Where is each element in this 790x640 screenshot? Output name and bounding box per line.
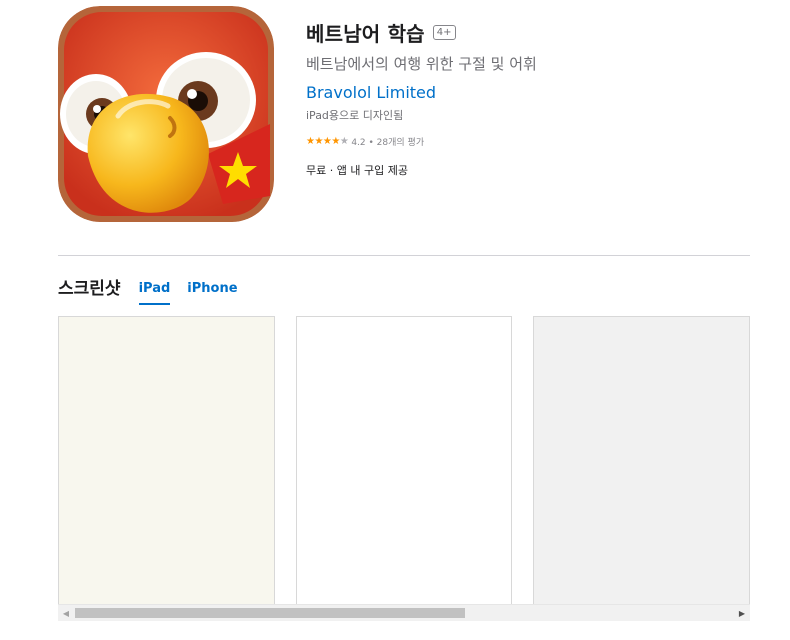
tab-ipad[interactable]: iPad [138,276,170,305]
rating-row: ★★★★★ 4.2 • 28개의 평가 [306,135,766,148]
title-row: 베트남어 학습 4+ [306,16,766,48]
developer-link[interactable]: Bravolol Limited [306,82,766,104]
tab-iphone[interactable]: iPhone [187,276,237,302]
scroll-right-arrow-icon[interactable]: ▶ [736,608,748,620]
app-title: 베트남어 학습 [306,21,425,46]
screenshot-3[interactable] [533,316,750,606]
screenshot-2[interactable] [296,316,512,606]
screenshots-title: 스크린샷 [58,279,121,299]
age-rating-badge: 4+ [432,24,456,40]
app-icon [58,6,274,222]
horizontal-scrollbar[interactable]: ◀ ▶ [58,604,750,621]
rating-text: 4.2 • 28개의 평가 [351,137,425,148]
star-rating-icon: ★★★★★ [306,135,349,147]
app-subtitle: 베트남에서의 여행 위한 구절 및 어휘 [306,55,537,73]
screenshots-header: 스크린샷 iPad iPhone [58,272,255,305]
app-info: 베트남어 학습 4+ 베트남에서의 여행 위한 구절 및 어휘 Bravolol… [306,16,766,178]
scroll-left-arrow-icon[interactable]: ◀ [60,608,72,620]
scroll-thumb[interactable] [75,608,465,618]
screenshot-1[interactable] [58,316,275,606]
designed-for-label: iPad용으로 디자인됨 [306,109,404,122]
section-divider [58,255,750,256]
price-info: 무료 · 앱 내 구입 제공 [306,164,408,177]
